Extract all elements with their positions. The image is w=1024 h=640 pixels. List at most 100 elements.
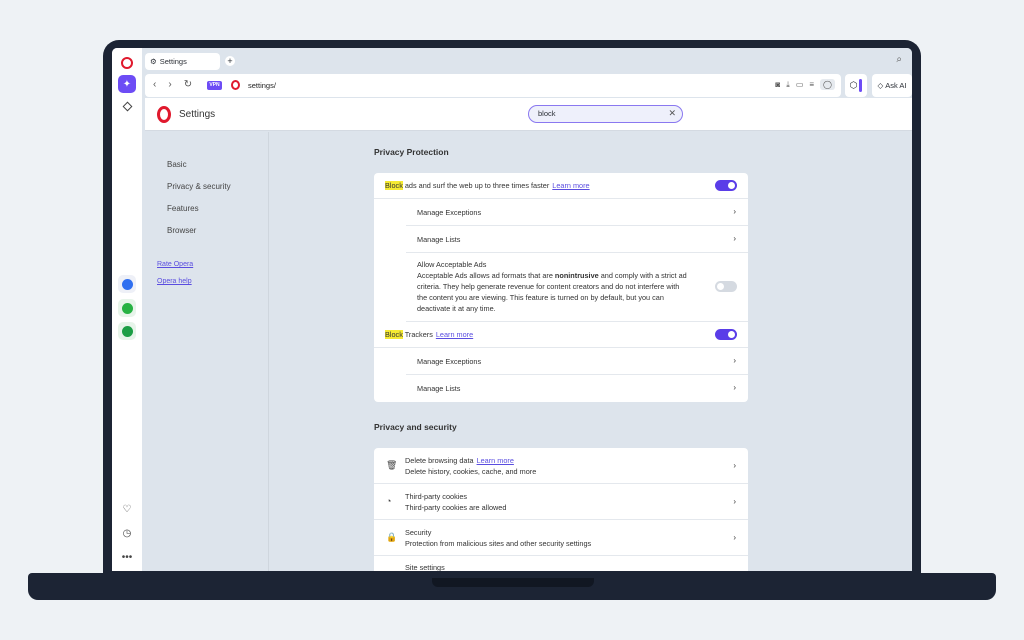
url-text[interactable]: settings/ xyxy=(248,81,276,90)
site-settings-row[interactable]: Site settings xyxy=(374,556,748,571)
acceptable-ads-desc: criteria. They help generate revenue for… xyxy=(417,282,680,291)
nav-item-features[interactable]: Features xyxy=(167,204,199,213)
acceptable-ads-desc-bold: nonintrusive xyxy=(554,271,599,280)
accent-bar xyxy=(859,79,863,92)
delete-browsing-data-title: Delete browsing data xyxy=(405,456,474,465)
heart-icon[interactable]: ♡ xyxy=(123,504,132,515)
workspace-icon[interactable] xyxy=(122,101,132,112)
block-ads-row: Block ads and surf the web up to three t… xyxy=(374,173,748,199)
laptop-notch xyxy=(432,578,594,587)
settings-header: Settings block ✕ xyxy=(145,98,912,131)
settings-nav: Basic Privacy & security Features Browse… xyxy=(145,132,269,571)
cookie-icon: ◔ xyxy=(386,496,392,506)
clear-search-icon[interactable]: ✕ xyxy=(668,106,676,121)
trackers-manage-lists-row[interactable]: Manage Lists › xyxy=(406,375,748,402)
lock-icon: 🔒 xyxy=(386,532,398,542)
easy-setup-icon[interactable]: ≡ xyxy=(809,80,814,89)
search-value: block xyxy=(538,109,556,118)
trackers-manage-exceptions-label: Manage Exceptions xyxy=(417,357,482,366)
ask-ai-label: Ask AI xyxy=(885,81,907,90)
trackers-manage-lists-label: Manage Lists xyxy=(417,384,461,393)
ai-tag-icon: ◇ xyxy=(877,81,884,90)
delete-browsing-data-learn-more-link[interactable]: Learn more xyxy=(477,456,514,465)
ads-manage-exceptions-label: Manage Exceptions xyxy=(417,208,482,217)
gear-icon: ⚙ xyxy=(150,57,157,66)
address-field[interactable]: ‹ › ↻ VPN settings/ ◙ ⤓ ▭ ≡ ◯ xyxy=(145,74,841,97)
opera-logo-icon xyxy=(157,106,171,123)
browser-window: ✦ ♡ ◷ ••• ⚙ Settings + ⌕ ‹ › ↻ VPN setti xyxy=(112,48,912,571)
section-title-privacy-security: Privacy and security xyxy=(374,422,457,432)
tab-settings[interactable]: ⚙ Settings xyxy=(145,53,220,70)
opera-menu-icon[interactable] xyxy=(121,57,133,69)
address-bar: ‹ › ↻ VPN settings/ ◙ ⤓ ▭ ≡ ◯ ⬡ ◇ Ask AI xyxy=(145,74,912,97)
chevron-right-icon: › xyxy=(733,234,736,243)
block-trackers-toggle[interactable] xyxy=(715,329,737,340)
third-party-cookies-title: Third-party cookies xyxy=(405,492,468,501)
reload-icon[interactable]: ↻ xyxy=(184,79,192,90)
page-title: Settings xyxy=(179,109,216,120)
security-desc: Protection from malicious sites and othe… xyxy=(405,539,592,548)
chevron-right-icon: › xyxy=(733,461,736,470)
acceptable-ads-row: Allow Acceptable Ads Acceptable Ads allo… xyxy=(406,253,748,322)
block-trackers-row: Block Trackers Learn more xyxy=(374,322,748,348)
trash-icon: 🗑 xyxy=(386,460,398,470)
back-icon[interactable]: ‹ xyxy=(153,79,156,90)
opera-help-link[interactable]: Opera help xyxy=(157,278,192,285)
third-party-cookies-row[interactable]: ◔ Third-party cookies Third-party cookie… xyxy=(374,484,748,520)
history-icon[interactable]: ◷ xyxy=(123,528,132,539)
opera-icon xyxy=(231,80,240,90)
ads-manage-exceptions-row[interactable]: Manage Exceptions › xyxy=(406,199,748,226)
vpn-badge[interactable]: VPN xyxy=(207,81,222,90)
aria-icon[interactable]: ✦ xyxy=(118,75,136,93)
nav-item-privacy-security[interactable]: Privacy & security xyxy=(167,182,231,191)
ads-manage-lists-label: Manage Lists xyxy=(417,235,461,244)
acceptable-ads-desc: deactivate it at any time. xyxy=(417,304,496,313)
block-ads-learn-more-link[interactable]: Learn more xyxy=(552,181,589,190)
block-trackers-learn-more-link[interactable]: Learn more xyxy=(436,330,473,339)
section-title-privacy-protection: Privacy Protection xyxy=(374,147,449,157)
acceptable-ads-toggle[interactable] xyxy=(715,281,737,292)
settings-search-input[interactable]: block ✕ xyxy=(528,105,683,123)
new-tab-button[interactable]: + xyxy=(225,56,235,66)
trackers-manage-exceptions-row[interactable]: Manage Exceptions › xyxy=(406,348,748,375)
delete-browsing-data-desc: Delete history, cookies, cache, and more xyxy=(405,467,537,476)
security-row[interactable]: 🔒 Security Protection from malicious sit… xyxy=(374,520,748,556)
chevron-right-icon: › xyxy=(733,356,736,365)
acceptable-ads-desc: Acceptable Ads allows ad formats that ar… xyxy=(417,271,555,280)
third-party-cookies-desc: Third-party cookies are allowed xyxy=(405,503,507,512)
nav-item-browser[interactable]: Browser xyxy=(167,226,196,235)
acceptable-ads-desc: and comply with a strict ad xyxy=(598,271,687,280)
whatsapp-icon[interactable] xyxy=(118,299,136,317)
ads-manage-lists-row[interactable]: Manage Lists › xyxy=(406,226,748,253)
settings-page: Settings block ✕ Basic Privacy & securit… xyxy=(145,98,912,571)
chevron-right-icon: › xyxy=(733,383,736,392)
block-trackers-label: Trackers xyxy=(402,330,433,339)
ask-ai-button[interactable]: ◇ Ask AI xyxy=(872,74,912,97)
security-title: Security xyxy=(405,528,432,537)
more-icon[interactable]: ••• xyxy=(122,552,133,563)
tab-search-icon[interactable]: ⌕ xyxy=(896,54,902,65)
extensions-button[interactable]: ⬡ xyxy=(845,74,867,97)
profile-icon[interactable]: ◯ xyxy=(820,79,835,90)
block-ads-toggle[interactable] xyxy=(715,180,737,191)
search-highlight: Block xyxy=(385,330,403,339)
nav-item-basic[interactable]: Basic xyxy=(167,160,187,169)
privacy-protection-card: Block ads and surf the web up to three t… xyxy=(374,173,748,402)
chevron-right-icon: › xyxy=(733,533,736,542)
battery-icon[interactable]: ▭ xyxy=(796,80,804,89)
acceptable-ads-desc: the content you are viewing. This featur… xyxy=(417,293,664,302)
privacy-security-card: 🗑 Delete browsing data Learn more Delete … xyxy=(374,448,748,571)
rate-opera-link[interactable]: Rate Opera xyxy=(157,261,193,268)
search-highlight: Block xyxy=(385,181,403,190)
block-ads-label: ads and surf the web up to three times f… xyxy=(402,181,550,190)
cube-icon: ⬡ xyxy=(849,80,858,90)
site-settings-title: Site settings xyxy=(405,563,445,571)
settings-content: Privacy Protection Block ads and surf th… xyxy=(374,132,750,571)
download-icon[interactable]: ⤓ xyxy=(786,80,790,90)
spotify-icon[interactable] xyxy=(118,322,136,340)
camera-icon[interactable]: ◙ xyxy=(775,80,780,89)
messenger-icon[interactable] xyxy=(118,275,136,293)
forward-icon[interactable]: › xyxy=(168,79,171,90)
chevron-right-icon: › xyxy=(733,497,736,506)
delete-browsing-data-row[interactable]: 🗑 Delete browsing data Learn more Delete … xyxy=(374,448,748,484)
